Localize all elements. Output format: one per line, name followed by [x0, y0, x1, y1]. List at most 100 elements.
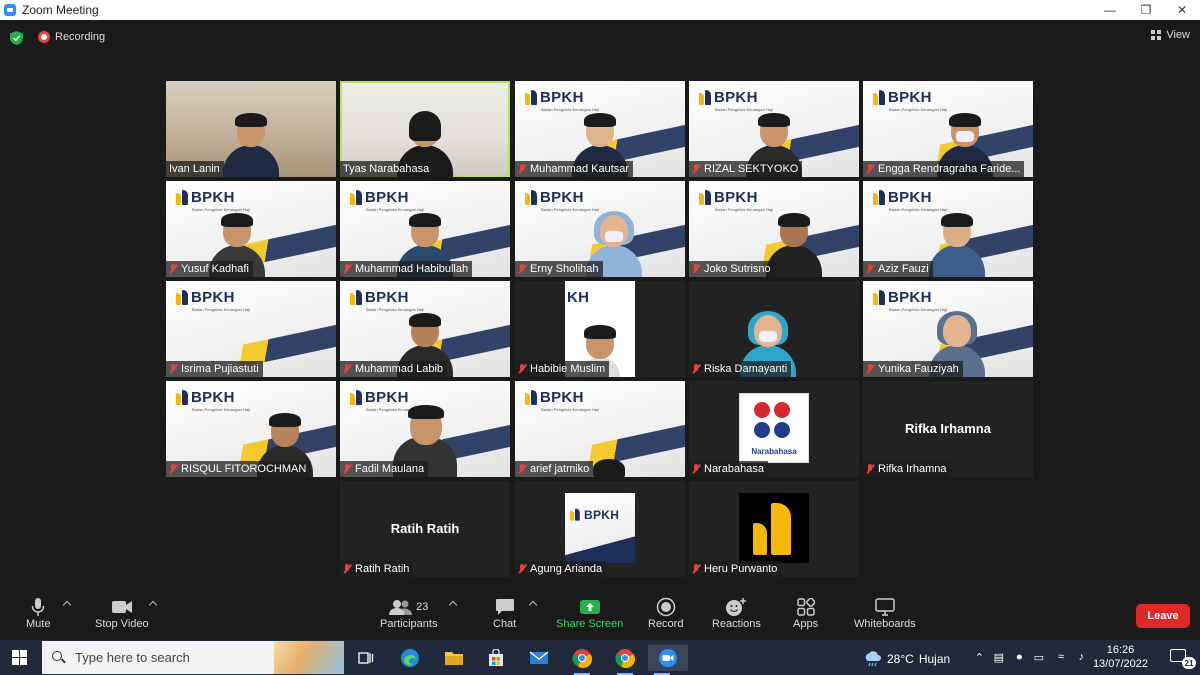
mic-muted-icon — [343, 264, 352, 274]
chrome-profile-icon[interactable] — [611, 645, 639, 675]
participant-name-tag: Muhammad Labib — [340, 361, 448, 377]
meeting-toolbar: Mute Stop Video 23 Participants Chat Sha… — [0, 592, 1200, 640]
whiteboard-icon — [875, 596, 895, 618]
mail-icon[interactable] — [525, 645, 553, 671]
edge-browser-icon[interactable] — [396, 645, 424, 671]
whiteboards-button[interactable]: Whiteboards — [854, 596, 916, 630]
participant-name-tag: Isrima Pujiastuti — [166, 361, 263, 377]
participant-tile[interactable]: BPKH Badan Pengelola Keuangan Haji Yunika… — [863, 281, 1033, 377]
participant-tile[interactable]: KH Habibie Muslim — [515, 281, 685, 377]
participant-tile[interactable]: BPKH Badan Pengelola Keuangan Haji RISQUL… — [166, 381, 336, 477]
participant-tile[interactable]: Riska Damayanti — [689, 281, 859, 377]
apps-button[interactable]: Apps — [793, 596, 818, 630]
record-button[interactable]: Record — [648, 596, 683, 630]
view-button[interactable]: View — [1151, 29, 1190, 41]
share-screen-icon — [579, 596, 601, 618]
video-options-caret-icon[interactable] — [148, 600, 158, 610]
participant-name: Tyas Narabahasa — [343, 163, 430, 175]
mic-muted-icon — [866, 264, 875, 274]
bpkh-logo: BPKH Badan Pengelola Keuangan Haji — [350, 189, 424, 212]
speaker-icon[interactable]: ♪ — [1079, 651, 1085, 663]
stop-video-button[interactable]: Stop Video — [95, 596, 149, 630]
participant-name: Engga Rendragraha Faride... — [878, 163, 1021, 175]
participant-tile[interactable]: BPKH Badan Pengelola Keuangan Haji arief … — [515, 381, 685, 477]
zoom-taskbar-icon[interactable] — [648, 645, 688, 675]
meet-now-icon[interactable]: ▤ — [994, 651, 1004, 664]
taskbar-search-box[interactable]: Type here to search — [42, 641, 344, 674]
participant-tile[interactable]: BPKH Badan Pengelola Keuangan Haji Engga … — [863, 81, 1033, 177]
participant-name: Yusuf Kadhafi — [181, 263, 249, 275]
participant-tile[interactable]: BPKH Badan Pengelola Keuangan Haji Fadil … — [340, 381, 510, 477]
battery-icon[interactable]: ▭ — [1034, 651, 1044, 664]
participant-name: RISQUL FITOROCHMAN — [181, 463, 307, 475]
participant-tile[interactable]: Ivan Lanin — [166, 81, 336, 177]
participant-tile[interactable]: BPKH Badan Pengelola Keuangan Haji Joko S… — [689, 181, 859, 277]
reactions-button[interactable]: Reactions — [712, 596, 761, 630]
participant-tile[interactable]: BPKH Badan Pengelola Keuangan Haji Aziz F… — [863, 181, 1033, 277]
clock[interactable]: 16:26 13/07/2022 — [1093, 643, 1148, 671]
restore-icon[interactable]: ❐ — [1128, 0, 1164, 20]
mic-muted-icon — [343, 564, 352, 574]
participant-tile-active-speaker[interactable]: Tyas Narabahasa — [340, 81, 510, 177]
microphone-icon — [31, 596, 45, 618]
file-explorer-icon[interactable] — [440, 645, 468, 671]
recording-icon — [38, 31, 50, 43]
participant-tile[interactable]: Rifka Irhamna Rifka Irhamna — [863, 381, 1033, 477]
bpkh-logo: BPKH Badan Pengelola Keuangan Haji — [525, 389, 599, 412]
bpkh-logo: BPKH Badan Pengelola Keuangan Haji — [699, 89, 773, 112]
mic-muted-icon — [169, 264, 178, 274]
mute-label: Mute — [26, 618, 51, 630]
clock-time: 16:26 — [1106, 644, 1135, 656]
close-icon[interactable]: ✕ — [1164, 0, 1200, 20]
participant-tile[interactable]: BPKH Badan Pengelola Keuangan Haji Erny S… — [515, 181, 685, 277]
participant-name: Aziz Fauzi — [878, 263, 929, 275]
participant-tile[interactable]: BPKH Badan Pengelola Keuangan Haji Isrima… — [166, 281, 336, 377]
recording-indicator[interactable]: Recording — [38, 31, 105, 43]
mic-muted-icon — [518, 464, 527, 474]
chat-button[interactable]: Chat — [493, 596, 516, 630]
participant-tile[interactable]: BPKH Agung Arianda — [515, 481, 685, 577]
participant-tile[interactable]: BPKH Badan Pengelola Keuangan Haji Muhamm… — [340, 281, 510, 377]
microphone-tray-icon[interactable]: ⚫ — [1015, 651, 1024, 664]
leave-button[interactable]: Leave — [1136, 604, 1190, 628]
mute-button[interactable]: Mute — [26, 596, 50, 630]
participant-tile[interactable]: Narabahasa Narabahasa — [689, 381, 859, 477]
participant-name: Habibie Muslim — [530, 363, 606, 375]
participant-name: Rifka Irhamna — [878, 463, 947, 475]
task-view-icon[interactable] — [352, 645, 380, 671]
participant-name: RIZAL SEKTYOKO — [704, 163, 799, 175]
mute-options-caret-icon[interactable] — [62, 600, 72, 610]
participants-button[interactable]: 23 Participants — [380, 596, 437, 630]
chat-options-caret-icon[interactable] — [528, 600, 538, 610]
share-screen-button[interactable]: Share Screen — [556, 596, 623, 630]
participant-name-tag: Aziz Fauzi — [863, 261, 933, 277]
participant-tile[interactable]: Heru Purwanto — [689, 481, 859, 577]
participant-tile[interactable]: Ratih Ratih Ratih Ratih — [340, 481, 510, 577]
reactions-label: Reactions — [712, 618, 761, 630]
participant-tile[interactable]: BPKH Badan Pengelola Keuangan Haji Muhamm… — [515, 81, 685, 177]
participants-options-caret-icon[interactable] — [448, 600, 458, 610]
participant-tile[interactable]: BPKH Badan Pengelola Keuangan Haji Muhamm… — [340, 181, 510, 277]
minimize-icon[interactable]: — — [1092, 0, 1128, 20]
windows-taskbar: Type here to search 28°C Hujan ⌃ ▤ ⚫ ▭ ≈… — [0, 640, 1200, 675]
window-title-bar: Zoom Meeting — ❐ ✕ — [0, 0, 1200, 20]
weather-widget[interactable]: 28°C Hujan — [864, 651, 950, 667]
mic-muted-icon — [866, 364, 875, 374]
bpkh-logo: BPKH Badan Pengelola Keuangan Haji — [699, 189, 773, 212]
notification-center-icon[interactable]: 21 — [1170, 649, 1196, 669]
participant-tile[interactable]: BPKH Badan Pengelola Keuangan Haji RIZAL … — [689, 81, 859, 177]
participant-name-tag: Agung Arianda — [515, 561, 607, 577]
shield-icon[interactable] — [10, 31, 23, 45]
mic-muted-icon — [692, 264, 701, 274]
microsoft-store-icon[interactable] — [482, 645, 510, 671]
bpkh-logo: BPKH Badan Pengelola Keuangan Haji — [176, 389, 250, 412]
participant-name-tag: Rifka Irhamna — [863, 461, 951, 477]
participant-tile[interactable]: BPKH Badan Pengelola Keuangan Haji Yusuf … — [166, 181, 336, 277]
participant-name: Muhammad Habibullah — [355, 263, 469, 275]
participant-name: Muhammad Kautsar — [530, 163, 630, 175]
windows-start-icon[interactable] — [12, 650, 27, 665]
mic-muted-icon — [518, 364, 527, 374]
show-hidden-icons-chevron-icon[interactable]: ⌃ — [975, 651, 984, 664]
chrome-icon[interactable] — [568, 645, 596, 675]
wifi-icon[interactable]: ≈ — [1058, 651, 1064, 663]
